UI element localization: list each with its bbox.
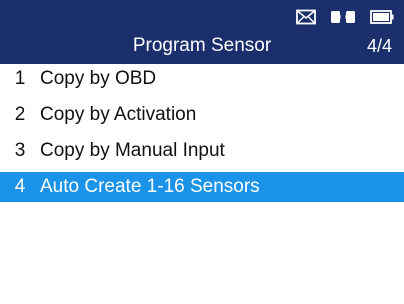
menu-item-copy-by-obd[interactable]: 1 Copy by OBD <box>0 64 404 94</box>
menu-item-number: 1 <box>14 68 26 89</box>
mail-icon <box>296 9 316 25</box>
page-indicator: 4/4 <box>366 36 392 56</box>
status-bar <box>296 6 394 28</box>
battery-icon <box>370 10 394 24</box>
menu-item-label: Copy by Manual Input <box>40 140 225 161</box>
vci-connection-icon <box>330 9 356 25</box>
menu-item-label: Copy by Activation <box>40 104 197 125</box>
menu-item-number: 4 <box>14 176 26 197</box>
header-bar: Program Sensor 4/4 <box>0 0 404 64</box>
menu-item-copy-by-activation[interactable]: 2 Copy by Activation <box>0 100 404 130</box>
menu-item-number: 3 <box>14 140 26 161</box>
menu-item-number: 2 <box>14 104 26 125</box>
menu-item-copy-by-manual-input[interactable]: 3 Copy by Manual Input <box>0 136 404 166</box>
menu-list: 1 Copy by OBD 2 Copy by Activation 3 Cop… <box>0 64 404 202</box>
menu-item-auto-create-sensors[interactable]: 4 Auto Create 1-16 Sensors <box>0 172 404 202</box>
screen: Program Sensor 4/4 1 Copy by OBD 2 Copy … <box>0 0 404 304</box>
menu-item-label: Copy by OBD <box>40 68 157 89</box>
page-title: Program Sensor <box>132 35 272 56</box>
menu-item-label: Auto Create 1-16 Sensors <box>40 176 260 197</box>
